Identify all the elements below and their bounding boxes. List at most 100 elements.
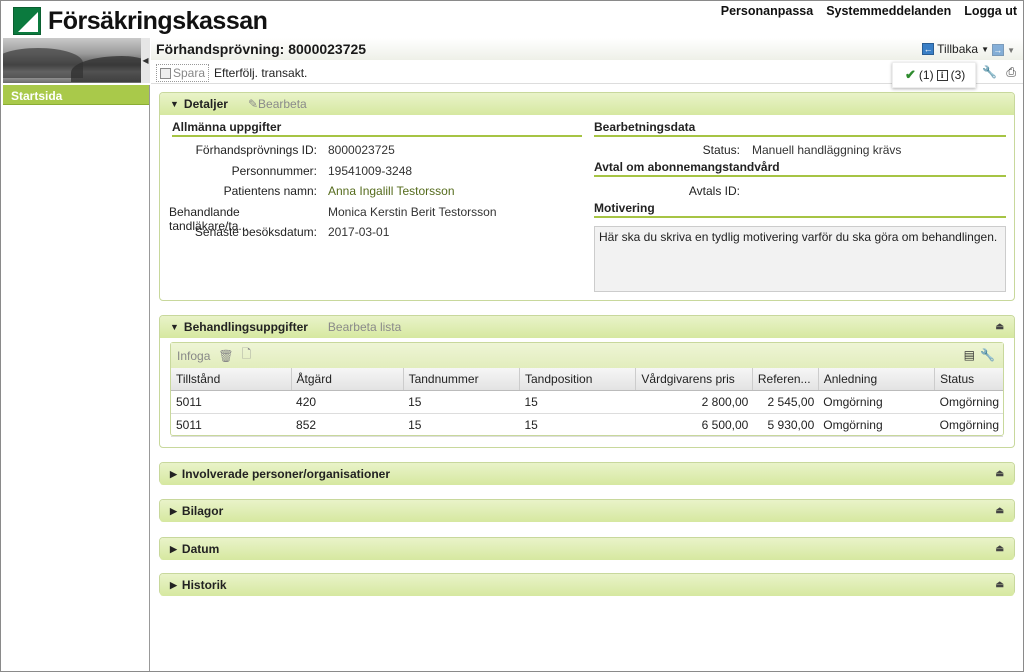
ok-count: (1) xyxy=(918,68,934,82)
general-info-heading: Allmänna uppgifter xyxy=(172,120,582,137)
table-row[interactable]: 5011 852 15 15 6 500,00 5 930,00 Omgörni… xyxy=(171,413,1003,437)
check-icon: ✔ xyxy=(905,67,916,82)
sidebar-item-startsida[interactable]: Startsida xyxy=(3,85,149,105)
chevron-left-icon: ◀ xyxy=(142,56,149,65)
wrench-icon[interactable]: 🔧 xyxy=(982,65,997,79)
history-panel: ▶ Historik ⏏ xyxy=(159,573,1015,596)
panel-title: Involverade personer/organisationer xyxy=(181,467,390,481)
expand-triangle-icon: ▼ xyxy=(170,99,179,109)
dates-panel: ▶ Datum ⏏ xyxy=(159,537,1015,560)
collapse-up-icon[interactable]: ⏏ xyxy=(995,505,1004,516)
column-header[interactable]: Tandnummer xyxy=(403,368,521,391)
save-button[interactable]: Spara xyxy=(156,64,210,82)
column-header[interactable]: Tandposition xyxy=(519,368,637,391)
export-icon[interactable]: ▤ xyxy=(964,348,975,362)
collapse-up-icon[interactable]: ⏏ xyxy=(995,543,1004,554)
back-label: Tillbaka xyxy=(937,42,979,56)
involved-parties-panel: ▶ Involverade personer/organisationer ⏏ xyxy=(159,462,1015,485)
table-cell: 6 500,00 xyxy=(635,413,753,437)
disk-icon xyxy=(160,67,171,79)
collapse-up-icon[interactable]: ⏏ xyxy=(995,468,1004,479)
table-cell: 15 xyxy=(519,413,636,437)
involved-parties-header[interactable]: ▶ Involverade personer/organisationer ⏏ xyxy=(160,463,1014,485)
forward-button[interactable]: → ▼ xyxy=(991,42,1015,56)
field-value: 19541009-3248 xyxy=(328,164,413,178)
details-panel: ▼ Detaljer ✎Bearbeta Allmänna uppgifter … xyxy=(159,92,1015,301)
nav-logga-ut[interactable]: Logga ut xyxy=(964,4,1017,18)
field-value: Monica Kerstin Berit Testorsson xyxy=(328,205,497,219)
table-toolbar: Infoga 🗑 🗋 ▤ 🔧 xyxy=(171,343,1003,368)
table-cell: Omgörning xyxy=(818,413,935,437)
chevron-down-icon: ▼ xyxy=(1007,46,1015,55)
collapse-up-icon[interactable]: ⏏ xyxy=(995,579,1004,590)
message-indicator[interactable]: ✔ (1) i (3) xyxy=(892,62,976,88)
edit-list-button[interactable]: Bearbeta lista xyxy=(328,320,401,334)
print-icon[interactable]: ⎙ xyxy=(1006,65,1016,80)
table-cell: 2 800,00 xyxy=(635,390,753,414)
panel-title: Datum xyxy=(181,542,220,556)
treatment-panel: ▼ Behandlingsuppgifter Bearbeta lista ⏏ … xyxy=(159,315,1015,448)
panel-title: Historik xyxy=(181,578,227,592)
edit-details-button[interactable]: ✎Bearbeta xyxy=(248,97,307,111)
treatment-table-container: Infoga 🗑 🗋 ▤ 🔧 Tillstånd Åtgärd Tandnumm… xyxy=(170,342,1004,437)
history-header[interactable]: ▶ Historik ⏏ xyxy=(160,574,1014,596)
table-header-row: Tillstånd Åtgärd Tandnummer Tandposition… xyxy=(171,368,1003,391)
table-cell: 15 xyxy=(403,413,520,437)
pencil-icon: ✎ xyxy=(247,97,259,111)
agreement-id-label: Avtals ID: xyxy=(688,184,740,198)
forward-arrow-icon: → xyxy=(991,44,1004,56)
table-cell: 852 xyxy=(291,413,404,437)
app-window: Försäkringskassan Personanpassa Systemme… xyxy=(0,0,1024,672)
expand-triangle-icon: ▼ xyxy=(170,322,179,332)
status-label: Status: xyxy=(702,143,740,157)
settings-wrench-icon[interactable]: 🔧 xyxy=(980,348,995,362)
collapsed-triangle-icon: ▶ xyxy=(170,468,177,479)
copy-icon[interactable]: 🗋 xyxy=(242,345,252,366)
details-panel-header[interactable]: ▼ Detaljer ✎Bearbeta xyxy=(160,93,1014,115)
insert-button[interactable]: Infoga xyxy=(177,349,210,363)
field-label: Patientens namn: xyxy=(223,184,317,198)
brand-name: Försäkringskassan xyxy=(48,6,268,35)
column-header[interactable]: Anledning xyxy=(818,368,936,391)
column-header[interactable]: Referen... xyxy=(752,368,819,391)
sidebar: Startsida xyxy=(3,85,150,671)
column-header[interactable]: Tillstånd xyxy=(171,368,292,391)
treatment-title: Behandlingsuppgifter xyxy=(183,320,308,334)
table-cell: 2 545,00 xyxy=(752,390,819,414)
dates-header[interactable]: ▶ Datum ⏏ xyxy=(160,538,1014,560)
treatment-panel-header[interactable]: ▼ Behandlingsuppgifter Bearbeta lista ⏏ xyxy=(160,316,1014,338)
field-value: 8000023725 xyxy=(328,143,395,157)
column-header[interactable]: Vårdgivarens pris xyxy=(635,368,753,391)
motivation-textarea[interactable]: Här ska du skriva en tydlig motivering v… xyxy=(594,226,1006,292)
panel-title: Bilagor xyxy=(181,504,224,518)
title-bar: Förhandsprövning: 8000023725 ← Tillbaka … xyxy=(151,38,1023,60)
table-row[interactable]: 5011 420 15 15 2 800,00 2 545,00 Omgörni… xyxy=(171,390,1003,414)
page-title: Förhandsprövning: 8000023725 xyxy=(156,41,367,57)
edit-details-label: Bearbeta xyxy=(258,97,307,111)
back-button[interactable]: ← Tillbaka ▼ xyxy=(922,42,989,56)
nav-systemmeddelanden[interactable]: Systemmeddelanden xyxy=(826,4,951,18)
agreement-heading: Avtal om abonnemangstandvård xyxy=(594,160,1006,177)
attachments-header[interactable]: ▶ Bilagor ⏏ xyxy=(160,500,1014,522)
field-value: 2017-03-01 xyxy=(328,225,390,239)
column-header[interactable]: Status xyxy=(934,368,1003,391)
patient-name-link[interactable]: Anna Ingalill Testorsson xyxy=(328,184,455,198)
collapsed-triangle-icon: ▶ xyxy=(170,579,177,590)
table-cell: 15 xyxy=(403,390,520,414)
table-cell: 5 930,00 xyxy=(752,413,819,437)
followup-transaction-button[interactable]: Efterfölj. transakt. xyxy=(214,66,307,80)
nav-personanpassa[interactable]: Personanpassa xyxy=(721,4,813,18)
column-header[interactable]: Åtgärd xyxy=(291,368,404,391)
table-cell: Omgörning xyxy=(818,390,935,414)
details-title: Detaljer xyxy=(183,97,228,111)
collapse-up-icon[interactable]: ⏏ xyxy=(995,321,1004,332)
sidebar-collapse-handle[interactable]: ◀ xyxy=(141,38,150,83)
trash-icon[interactable]: 🗑 xyxy=(218,349,233,363)
logo-mark-icon xyxy=(13,7,41,35)
table-cell: Omgörning xyxy=(934,390,1003,414)
chevron-down-icon: ▼ xyxy=(981,44,989,54)
attachments-panel: ▶ Bilagor ⏏ xyxy=(159,499,1015,522)
motivation-heading: Motivering xyxy=(594,201,1006,218)
brand-logo[interactable]: Försäkringskassan xyxy=(13,6,268,35)
info-icon: i xyxy=(936,69,948,81)
